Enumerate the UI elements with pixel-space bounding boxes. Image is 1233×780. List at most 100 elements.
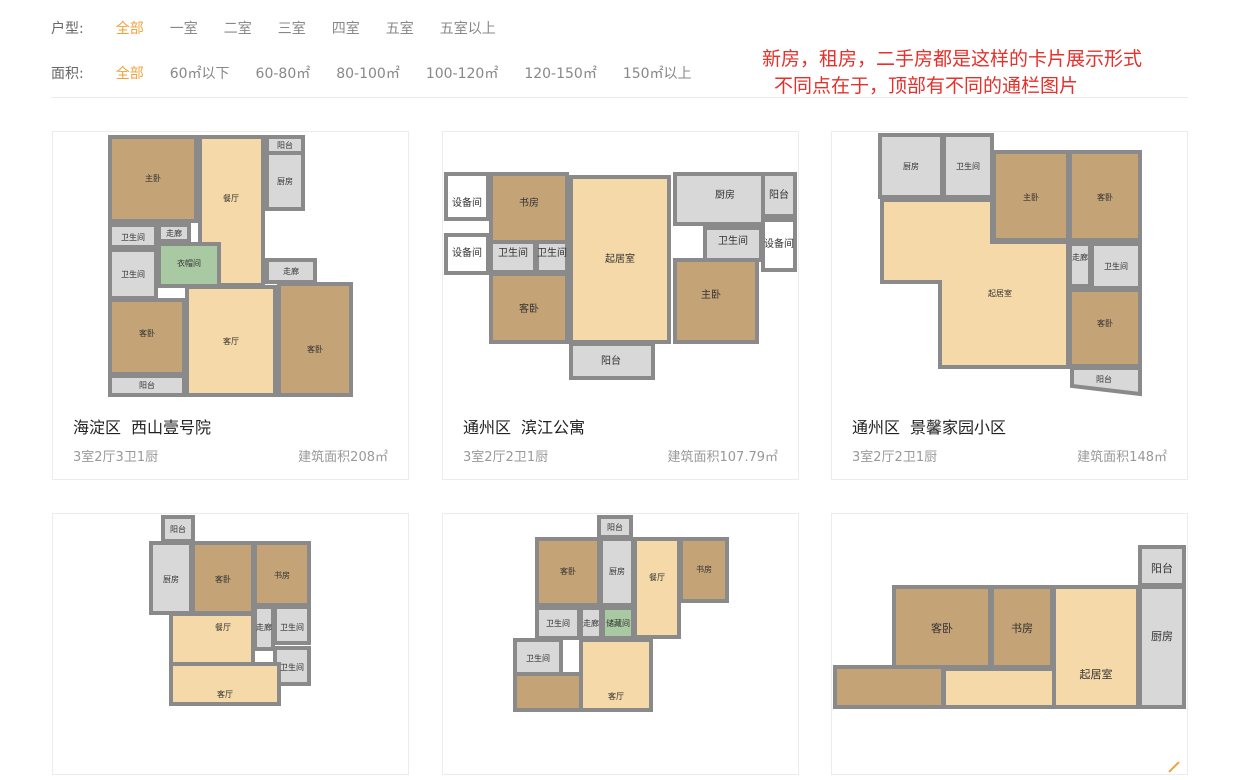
- room-label: 起居室: [1080, 667, 1113, 681]
- filter-type-4room[interactable]: 四室: [332, 18, 360, 38]
- room-label: 客卧: [560, 566, 576, 576]
- annotation-note: 新房，租房，二手房都是这样的卡片展示形式 不同点在于，顶部有不同的通栏图片: [762, 46, 1142, 100]
- floor-plan-image: 阳台 厨房 客卧 书房 餐厅 走廊 卫生间 卫生间 客厅: [149, 515, 311, 706]
- filter-area-over150[interactable]: 150㎡以上: [623, 63, 692, 83]
- room-label: 厨房: [609, 566, 625, 576]
- room-label: 卫生间: [1104, 261, 1128, 271]
- filter-type-2room[interactable]: 二室: [224, 18, 252, 38]
- room-label: 卫生间: [280, 662, 304, 672]
- room-label: 衣帽间: [177, 258, 201, 268]
- room-label: 厨房: [163, 574, 179, 584]
- room-label: 厨房: [715, 188, 735, 201]
- room-label: 餐厅: [223, 194, 239, 203]
- card-district: 海淀区: [73, 418, 122, 437]
- room-label: 客卧: [1097, 192, 1113, 202]
- room-label: 走廊: [1072, 252, 1088, 262]
- card-area: 建筑面积107.79㎡: [667, 450, 779, 465]
- listing-card[interactable]: 厨房 卫生间 主卧 客卧 起居室 走廊 卫生间 客卧 阳台 通州区 景馨家园小区 …: [831, 131, 1188, 480]
- card-community: 景馨家园小区: [910, 418, 1007, 437]
- room-label: 卫生间: [956, 161, 980, 171]
- annotation-line-2: 不同点在于，顶部有不同的通栏图片: [774, 75, 1079, 97]
- filter-area-under60[interactable]: 60㎡以下: [170, 63, 230, 83]
- card-title: 通州区 滨江公寓: [463, 414, 585, 438]
- room-label: 客厅: [223, 336, 239, 346]
- room-label: 阳台: [601, 354, 621, 367]
- room-label: 卫生间: [121, 269, 145, 279]
- room-label: 餐厅: [215, 623, 231, 632]
- filter-area-row: 面积: 全部 60㎡以下 60-80㎡ 80-100㎡ 100-120㎡ 120…: [51, 61, 718, 85]
- room-label: 阳台: [277, 140, 293, 150]
- card-title: 通州区 景馨家园小区: [852, 414, 1006, 438]
- floor-plan-image: 阳台 客卧 书房 厨房 起居室: [833, 545, 1186, 709]
- room-label: 阳台: [139, 380, 155, 390]
- listing-card[interactable]: 阳台 客卧 厨房 餐厅 书房 卫生间 走廊 储藏间 卫生间 客厅: [442, 513, 799, 775]
- card-meta: 3室2厅2卫1厨 建筑面积148㎡: [852, 446, 1167, 465]
- room-label: 厨房: [903, 161, 919, 171]
- card-community: 西山壹号院: [131, 418, 212, 437]
- room-label: 走廊: [256, 622, 272, 632]
- filter-type-row: 户型: 全部 一室 二室 三室 四室 五室 五室以上: [51, 16, 522, 40]
- card-title: 海淀区 西山壹号院: [73, 414, 211, 438]
- room-label: 阳台: [1151, 561, 1173, 575]
- filter-area-100-120[interactable]: 100-120㎡: [426, 63, 499, 83]
- room-label: 卫生间: [718, 234, 748, 247]
- room-label: 书房: [274, 570, 290, 580]
- room-label: 客卧: [1097, 318, 1113, 328]
- room-label: 阳台: [607, 522, 623, 532]
- room-label: 厨房: [277, 176, 293, 186]
- room-label: 客卧: [139, 328, 155, 338]
- filter-area-60-80[interactable]: 60-80㎡: [256, 63, 311, 83]
- filter-type-5plus[interactable]: 五室以上: [440, 18, 496, 38]
- room-label: 设备间: [452, 196, 482, 209]
- floor-plan-image: 阳台 主卧 餐厅 厨房 卫生间 走廊 卫生间 衣帽间 走廊 客卧 客厅 客卧 阳…: [108, 135, 353, 397]
- filter-area-80-100[interactable]: 80-100㎡: [336, 63, 400, 83]
- room-label: 卫生间: [546, 618, 570, 628]
- card-area: 建筑面积208㎡: [298, 450, 388, 465]
- room-label: 卫生间: [498, 246, 528, 259]
- room-label: 客厅: [608, 691, 624, 701]
- room-label: 客卧: [307, 344, 323, 354]
- filter-type-3room[interactable]: 三室: [278, 18, 306, 38]
- room-label: 阳台: [1096, 374, 1112, 384]
- room-label: 客卧: [215, 574, 231, 584]
- card-layout: 3室2厅2卫1厨: [463, 450, 549, 465]
- room-label: 走廊: [283, 266, 299, 276]
- card-meta: 3室2厅3卫1厨 建筑面积208㎡: [73, 446, 388, 465]
- filter-type-5room[interactable]: 五室: [386, 18, 414, 38]
- listing-card[interactable]: 阳台 厨房 客卧 书房 餐厅 走廊 卫生间 卫生间 客厅: [52, 513, 409, 775]
- room-label: 起居室: [605, 252, 635, 265]
- room-label: 走廊: [583, 618, 599, 628]
- card-area: 建筑面积148㎡: [1077, 450, 1167, 465]
- listing-card[interactable]: 阳台 主卧 餐厅 厨房 卫生间 走廊 卫生间 衣帽间 走廊 客卧 客厅 客卧 阳…: [52, 131, 409, 480]
- room-label: 书房: [1011, 622, 1033, 635]
- room-label: 客卧: [519, 302, 539, 315]
- room-label: 走廊: [166, 228, 182, 238]
- card-meta: 3室2厅2卫1厨 建筑面积107.79㎡: [463, 446, 778, 465]
- room-label: 卫生间: [121, 232, 145, 242]
- listing-card[interactable]: 设备间 书房 设备间 卫生间 卫生间 起居室 厨房 阳台 卫生间 设备间 客卧 …: [442, 131, 799, 480]
- filter-area-all[interactable]: 全部: [116, 63, 144, 83]
- room-label: 书房: [696, 564, 712, 574]
- floor-plan-image: 阳台 客卧 厨房 餐厅 书房 卫生间 走廊 储藏间 卫生间 客厅: [513, 515, 729, 712]
- filter-area-120-150[interactable]: 120-150㎡: [524, 63, 597, 83]
- room-label: 书房: [519, 196, 539, 209]
- room-label: 设备间: [452, 246, 482, 259]
- card-district: 通州区: [463, 418, 512, 437]
- room-label: 厨房: [1151, 630, 1173, 643]
- filter-type-label: 户型:: [51, 21, 84, 37]
- listing-card[interactable]: 阳台 客卧 书房 厨房 起居室: [831, 513, 1188, 775]
- filter-area-label: 面积:: [51, 66, 84, 82]
- room-label: 主卧: [145, 173, 161, 183]
- filter-type-all[interactable]: 全部: [116, 18, 144, 38]
- card-layout: 3室2厅3卫1厨: [73, 450, 159, 465]
- room-label: 卫生间: [537, 246, 567, 259]
- room-label: 设备间: [764, 237, 794, 250]
- room-label: 主卧: [701, 288, 721, 301]
- card-district: 通州区: [852, 418, 901, 437]
- room-label: 主卧: [1023, 192, 1039, 202]
- room-label: 起居室: [988, 288, 1012, 298]
- filter-type-1room[interactable]: 一室: [170, 18, 198, 38]
- card-layout: 3室2厅2卫1厨: [852, 450, 938, 465]
- annotation-line-1: 新房，租房，二手房都是这样的卡片展示形式: [762, 48, 1143, 70]
- room-label: 储藏间: [606, 618, 630, 628]
